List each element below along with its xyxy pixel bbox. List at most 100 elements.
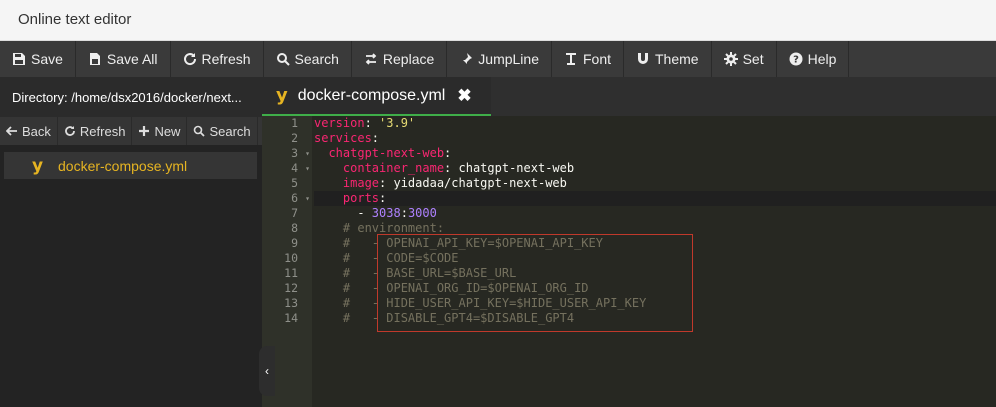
sidebar-refresh-label: Refresh [79,123,126,139]
yaml-icon: y [32,156,44,176]
save-button[interactable]: Save [0,41,76,77]
font-icon [564,52,578,66]
line-number: 5 [291,176,298,190]
save-button-label: Save [31,51,63,67]
code-line[interactable]: services: [314,131,996,146]
code-line[interactable]: # environment: [314,221,996,236]
code-line[interactable]: # - DISABLE_GPT4=$DISABLE_GPT4 [314,311,996,326]
code-token: : [379,191,387,205]
save-all-button[interactable]: Save All [76,41,171,77]
help-button[interactable]: ? Help [777,41,850,77]
save-all-icon [88,52,102,66]
code-area[interactable]: version: '3.9' services: chatgpt-next-web… [314,116,996,326]
sidebar-search-button[interactable]: Search [187,117,258,145]
save-all-button-label: Save All [106,51,158,67]
new-file-button[interactable]: New [132,117,188,145]
window-title: Online text editor [18,11,132,28]
search-icon [276,52,290,66]
replace-icon [364,52,378,66]
line-number: 9 [291,236,298,250]
fold-toggle-icon[interactable]: ▾ [305,146,310,161]
code-token: # - CODE=$CODE [314,251,459,265]
code-line[interactable]: ports: [314,191,996,206]
sidebar-refresh-button[interactable]: Refresh [58,117,133,145]
code-line[interactable]: chatgpt-next-web: [314,146,996,161]
code-token: : [364,116,380,130]
toolbar: Save Save All Refresh Search Replace Jum… [0,41,996,77]
code-token: services [314,131,372,145]
editor-tab-bar: y docker-compose.yml ✖ [262,77,996,116]
code-token: : [444,146,452,160]
line-number: 10 [284,251,298,265]
code-token: : [371,131,380,145]
code-token: # environment: [314,221,445,235]
code-line[interactable]: version: '3.9' [314,116,996,131]
code-token: # - OPENAI_API_KEY=$OPENAI_API_KEY [314,236,603,250]
line-number: 1 [291,116,298,130]
font-button-label: Font [582,51,611,67]
set-button-label: Set [742,51,764,67]
code-token: # - DISABLE_GPT4=$DISABLE_GPT4 [314,311,575,325]
directory-path: Directory: /home/dsx2016/docker/next... [0,77,262,117]
file-sidebar: Directory: /home/dsx2016/docker/next... … [0,77,262,407]
back-button[interactable]: Back [0,117,58,145]
code-line[interactable]: container_name: chatgpt-next-web [314,161,996,176]
sidebar-search-label: Search [209,123,251,139]
code-token: # - OPENAI_ORG_ID=$OPENAI_ORG_ID [314,281,589,295]
jumpline-button[interactable]: JumpLine [447,41,552,77]
code-line[interactable]: # - OPENAI_API_KEY=$OPENAI_API_KEY [314,236,996,251]
line-number: 7 [291,206,298,220]
theme-button-label: Theme [655,51,699,67]
fold-toggle-icon[interactable]: ▾ [305,191,310,206]
code-token: ports [314,191,380,205]
jumpline-button-label: JumpLine [478,51,539,67]
code-token: version [314,116,365,130]
gear-icon [723,52,738,66]
replace-button-label: Replace [382,51,435,67]
tab-docker-compose[interactable]: y docker-compose.yml ✖ [262,77,491,116]
code-token: image [314,176,380,190]
fold-toggle-icon[interactable]: ▾ [305,161,310,176]
search-button[interactable]: Search [264,41,352,77]
code-token: 3038 [371,206,401,220]
tab-label: docker-compose.yml [297,86,446,104]
close-icon[interactable]: ✖ [457,86,471,106]
line-number: 8 [291,221,298,235]
code-line[interactable]: # - BASE_URL=$BASE_URL [314,266,996,281]
svg-text:?: ? [793,55,799,66]
code-token: '3.9' [379,116,416,130]
refresh-button-label: Refresh [201,51,251,67]
refresh-button[interactable]: Refresh [171,41,264,77]
line-number: 11 [284,266,298,280]
code-token: : yidadaa/chatgpt-next-web [379,176,567,190]
line-number: 14 [284,311,298,325]
code-editor[interactable]: 1 2 3 ▾ 4 ▾ 5 6 ▾ 7 8 9 10 11 12 13 14 version: '3.9' ser… [262,116,996,407]
help-icon: ? [789,52,803,66]
pin-icon [459,52,473,66]
code-token: : chatgpt-next-web [444,161,575,175]
file-item-docker-compose[interactable]: y docker-compose.yml [4,152,257,179]
replace-button[interactable]: Replace [352,41,448,77]
search-button-label: Search [294,51,339,67]
code-line[interactable]: image: yidadaa/chatgpt-next-web [314,176,996,191]
code-line[interactable]: # - OPENAI_ORG_ID=$OPENAI_ORG_ID [314,281,996,296]
set-button[interactable]: Set [712,41,777,77]
theme-button[interactable]: Theme [624,41,712,77]
line-number: 2 [291,131,298,145]
line-number: 3 ▾ [291,146,310,161]
code-token: : [400,206,408,220]
code-token: chatgpt-next-web [314,146,445,160]
sidebar-toggle-button[interactable]: ‹ [259,346,275,396]
code-line[interactable]: # - CODE=$CODE [314,251,996,266]
plus-icon [139,126,150,136]
line-number: 6 ▾ [291,191,310,206]
code-token: container_name [314,161,445,175]
font-button[interactable]: Font [552,41,624,77]
refresh-icon [183,52,197,66]
code-line[interactable]: # - HIDE_USER_API_KEY=$HIDE_USER_API_KEY [314,296,996,311]
code-line[interactable]: - 3038:3000 [314,206,996,221]
code-token: - [314,206,372,220]
back-button-label: Back [22,123,51,139]
save-icon [12,52,26,66]
code-token: # - BASE_URL=$BASE_URL [314,266,517,280]
